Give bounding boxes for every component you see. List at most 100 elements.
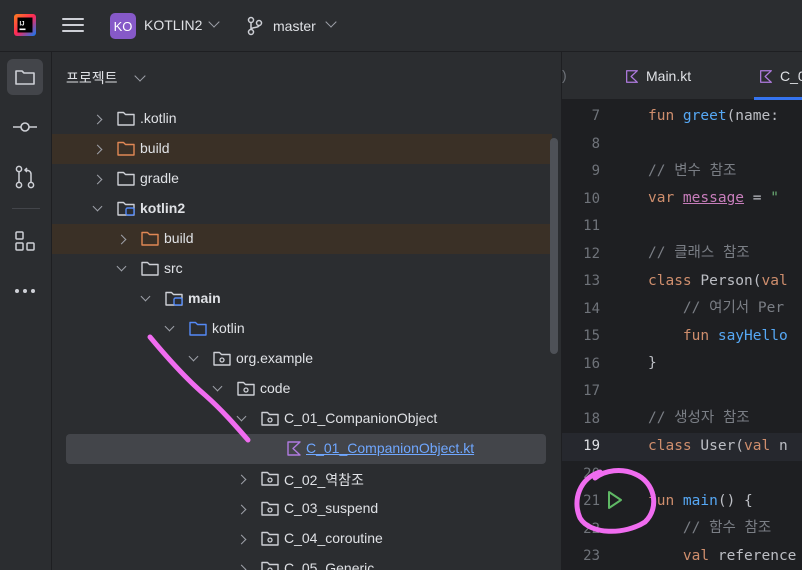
tree-row[interactable]: org.example (52, 344, 552, 374)
tree-label: main (188, 290, 221, 306)
tree-row[interactable]: C_01_CompanionObject (52, 404, 552, 434)
excluded-folder-icon (117, 141, 135, 156)
tab-label: C_0 (780, 68, 802, 84)
chevron-right-icon[interactable] (236, 504, 247, 515)
chevron-down-icon[interactable] (92, 201, 103, 212)
tree-row[interactable]: gradle (52, 164, 552, 194)
tree-row[interactable]: C_03_suspend (52, 494, 552, 524)
code-line[interactable]: // 변수 참조 (648, 158, 736, 185)
folder-icon (117, 111, 135, 126)
code-line[interactable]: class User(val n (648, 433, 788, 460)
package-icon (237, 381, 255, 396)
line-number: 8 (591, 135, 600, 152)
tree-row[interactable]: C_05_Generic (52, 554, 552, 570)
tree-row[interactable]: C_02_역참조 (52, 464, 552, 494)
tree-label: C_03_suspend (284, 500, 379, 516)
kotlin-file-icon (626, 69, 638, 83)
tree-row[interactable]: .kotlin (52, 104, 552, 134)
chevron-right-icon[interactable] (236, 474, 247, 485)
code-line[interactable]: } (648, 350, 657, 377)
module-icon (117, 201, 135, 216)
tree-row[interactable]: build (52, 134, 552, 164)
chevron-down-icon[interactable] (188, 351, 199, 362)
code-editor[interactable]: 7 8 9 10 11 12 13 14 15 16 17 18 19 20 21 22 23 fun gree… (562, 100, 802, 570)
source-folder-icon (189, 321, 207, 336)
code-line[interactable]: // 클래스 참조 (648, 240, 750, 267)
module-icon (165, 291, 183, 306)
editor-tabs: ) Main.kt C_0 (562, 52, 802, 100)
commit-icon (13, 122, 37, 132)
folder-icon (117, 171, 135, 186)
package-icon (261, 501, 279, 516)
structure-tool-button[interactable] (7, 223, 43, 259)
tree-label: C_04_coroutine (284, 530, 383, 546)
line-number: 10 (583, 190, 600, 207)
chevron-down-icon[interactable] (116, 261, 127, 272)
chevron-down-icon[interactable] (325, 16, 337, 28)
project-name[interactable]: KOTLIN2 (144, 17, 202, 33)
tree-label: C_01_CompanionObject.kt (306, 440, 475, 456)
tree-label: .kotlin (140, 110, 177, 126)
package-icon (261, 471, 279, 486)
vertical-scrollbar[interactable] (550, 138, 558, 354)
chevron-down-icon[interactable] (140, 291, 151, 302)
chevron-right-icon[interactable] (116, 234, 127, 245)
chevron-right-icon[interactable] (92, 114, 103, 125)
package-icon (261, 561, 279, 570)
tree-row[interactable]: main (52, 284, 552, 314)
code-line[interactable]: // 생성자 참조 (648, 405, 750, 432)
line-number: 9 (591, 163, 600, 179)
tree-label: C_02_역참조 (284, 472, 364, 488)
project-tool-button[interactable] (7, 59, 43, 95)
code-line[interactable]: fun main() { (648, 488, 753, 515)
chevron-right-icon[interactable] (236, 534, 247, 545)
panel-title[interactable]: 프로젝트 (66, 68, 118, 88)
code-line[interactable]: var message = " (648, 185, 779, 212)
pull-requests-tool-button[interactable] (7, 159, 43, 195)
tree-row[interactable]: kotlin (52, 314, 552, 344)
tree-row-selected[interactable]: C_01_CompanionObject.kt (66, 434, 546, 464)
git-branch-icon[interactable] (246, 16, 264, 36)
chevron-down-icon[interactable] (208, 16, 220, 28)
code-line[interactable]: // 여기서 Per (648, 295, 784, 322)
chevron-right-icon[interactable] (236, 564, 247, 570)
tab-c01-companion[interactable]: C_0 (754, 52, 802, 100)
tree-row[interactable]: src (52, 254, 552, 284)
tree-row[interactable]: code (52, 374, 552, 404)
tree-row[interactable]: kotlin2 (52, 194, 552, 224)
line-number: 16 (583, 355, 600, 372)
line-number: 22 (583, 520, 600, 537)
chevron-down-icon[interactable] (212, 381, 223, 392)
tree-label: build (164, 230, 194, 246)
tree-label: build (140, 140, 170, 156)
stripe-divider (12, 208, 40, 209)
main-menu-icon[interactable] (62, 14, 84, 36)
line-number: 15 (583, 328, 600, 344)
intellij-logo-icon[interactable]: IJ (14, 14, 36, 36)
tab-main-kt[interactable]: Main.kt (624, 52, 691, 100)
code-line[interactable]: val reference (648, 543, 797, 570)
tree-row[interactable]: C_04_coroutine (52, 524, 552, 554)
chevron-down-icon[interactable] (164, 321, 175, 332)
tree-row[interactable]: build (52, 224, 552, 254)
chevron-down-icon[interactable] (134, 70, 146, 82)
chevron-right-icon[interactable] (92, 144, 103, 155)
chevron-right-icon[interactable] (92, 174, 103, 185)
code-line[interactable]: fun sayHello (648, 323, 788, 350)
project-panel: 프로젝트 .kotlin build gradle kotlin2 build … (52, 52, 562, 570)
tab-label: Main.kt (646, 68, 692, 84)
chevron-down-icon[interactable] (236, 411, 247, 422)
code-line[interactable]: fun greet(name: (648, 103, 779, 130)
code-line[interactable]: class Person(val (648, 268, 788, 295)
commit-tool-button[interactable] (7, 109, 43, 145)
line-number: 7 (591, 108, 600, 124)
line-number: 14 (583, 300, 600, 317)
tool-window-stripe (0, 52, 52, 570)
code-line[interactable]: // 함수 참조 (648, 515, 771, 542)
run-icon[interactable] (602, 488, 626, 512)
more-tools-button[interactable] (7, 273, 43, 309)
tree-label: C_05_Generic (284, 560, 375, 570)
project-badge[interactable]: KO (110, 13, 136, 39)
tree-label: C_01_CompanionObject (284, 410, 438, 426)
branch-name[interactable]: master (273, 18, 316, 34)
